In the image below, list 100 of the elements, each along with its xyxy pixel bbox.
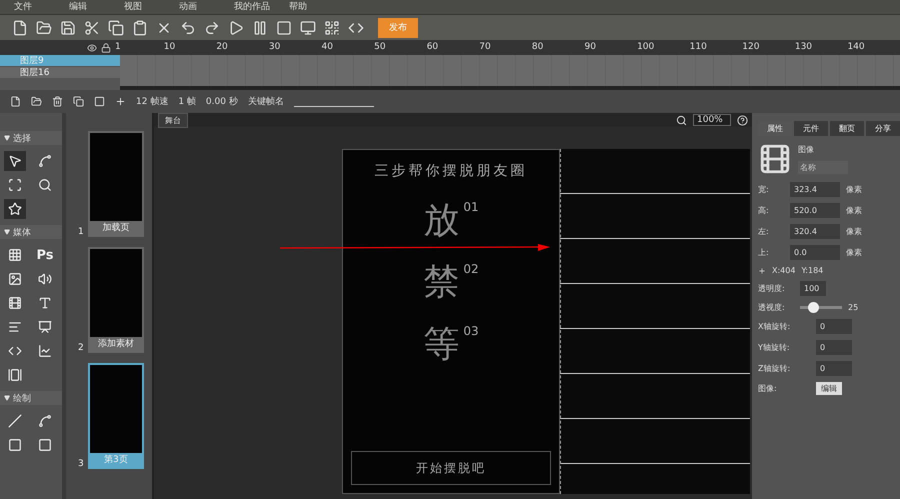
frame-icon[interactable] — [94, 96, 105, 107]
pause-icon[interactable] — [252, 20, 268, 36]
curve-icon[interactable] — [38, 414, 52, 428]
ruler-label: 50 — [374, 41, 387, 54]
eye-icon[interactable] — [87, 42, 98, 52]
stage-tab[interactable]: 舞台 — [158, 112, 188, 128]
ruler-label: 20 — [216, 41, 229, 54]
new-file-icon[interactable] — [12, 20, 28, 36]
frame-count: 1 帧 — [178, 96, 196, 108]
section-header[interactable]: 绘制 — [0, 391, 62, 405]
paragraph-icon[interactable] — [8, 320, 22, 334]
design-title: 三步帮你摆脱朋友圈 — [374, 162, 528, 180]
play-icon[interactable] — [228, 20, 244, 36]
search-icon[interactable] — [676, 114, 687, 126]
ruler-label: 140 — [847, 41, 866, 54]
number-field[interactable]: 0 — [816, 361, 852, 376]
presentation-icon[interactable] — [38, 320, 52, 334]
film-reel-icon[interactable] — [8, 296, 22, 310]
save-icon[interactable] — [60, 20, 76, 36]
panel-tab[interactable]: 元件 — [794, 121, 828, 136]
undo-icon[interactable] — [180, 20, 196, 36]
ruler-label: 1 — [115, 41, 122, 54]
paste-icon[interactable] — [132, 20, 148, 36]
field-label: 透明度: — [758, 283, 786, 294]
folder-icon[interactable] — [31, 96, 42, 107]
line-chart-icon[interactable] — [38, 344, 52, 358]
menu-item[interactable]: 视图 — [124, 0, 179, 14]
zoom-dropdown[interactable]: 100% — [693, 114, 731, 126]
redo-icon[interactable] — [204, 20, 220, 36]
text-icon[interactable] — [38, 296, 52, 310]
grid-icon[interactable] — [8, 248, 22, 262]
field-label: 宽: — [758, 184, 770, 195]
field-label: Y轴旋转: — [758, 342, 791, 353]
ruler-label: 130 — [794, 41, 814, 54]
panel-tab[interactable]: 分享 — [866, 121, 900, 136]
qr-code-icon[interactable] — [324, 20, 340, 36]
copy-icon[interactable] — [73, 96, 84, 107]
ruler-label: 90 — [584, 41, 597, 54]
preview-icon[interactable] — [300, 20, 316, 36]
unit-label: 像素 — [846, 247, 862, 258]
square-icon[interactable] — [8, 438, 22, 452]
menu-item[interactable]: 我的作品 — [234, 0, 289, 14]
photoshop-import-tool[interactable]: Ps — [34, 245, 56, 265]
panel-tab[interactable]: 翻页 — [830, 121, 864, 136]
time-readout: 0.00 秒 — [206, 96, 238, 108]
field-label: 透视度: — [758, 302, 786, 313]
cut-icon[interactable] — [84, 20, 100, 36]
page-thumbnail[interactable]: 添加素材 — [88, 247, 144, 353]
start-button[interactable]: 开始摆脱吧 — [351, 451, 551, 485]
element-type: 图像 — [798, 144, 815, 155]
number-field[interactable]: 0.0 — [790, 245, 840, 260]
opacity-field[interactable]: 100 — [800, 281, 826, 296]
star-icon[interactable] — [8, 202, 22, 216]
speaker-icon[interactable] — [38, 272, 52, 286]
name-field[interactable]: 名称 — [798, 161, 848, 174]
stop-icon[interactable] — [276, 20, 292, 36]
ruler-label: 30 — [268, 41, 282, 54]
frame-grid[interactable] — [120, 55, 900, 90]
caret-icon[interactable] — [4, 229, 10, 235]
edit-button[interactable]: 编辑 — [816, 382, 842, 395]
page-thumbnail[interactable]: 加载页 — [88, 131, 144, 237]
menu-item[interactable]: 编辑 — [69, 0, 124, 14]
caret-icon[interactable] — [4, 395, 10, 401]
section-header[interactable]: 选择 — [0, 131, 62, 145]
lock-icon[interactable] — [101, 42, 112, 52]
pointer-icon[interactable] — [8, 154, 22, 168]
transform-icon[interactable] — [8, 178, 22, 192]
help-icon[interactable] — [737, 114, 748, 126]
field-label: 高: — [758, 205, 770, 216]
number-field[interactable]: 0 — [816, 340, 852, 355]
add-frame-icon[interactable] — [115, 96, 126, 107]
new-layer-icon[interactable] — [10, 96, 21, 107]
unit-label: 像素 — [846, 226, 862, 237]
layer-row[interactable]: 图层16 — [0, 67, 120, 79]
menu-item[interactable]: 帮助 — [289, 0, 344, 14]
ruler-label: 40 — [322, 41, 334, 54]
section-header[interactable]: 媒体 — [0, 225, 62, 239]
x-coordinate: X:404 — [772, 266, 796, 275]
search-icon[interactable] — [38, 178, 52, 192]
menu-item[interactable]: 文件 — [14, 0, 69, 14]
open-folder-icon[interactable] — [36, 20, 52, 36]
number-field[interactable]: 520.0 — [790, 203, 840, 218]
step-glyph: 等 — [423, 324, 460, 366]
unit-label: 像素 — [846, 184, 862, 195]
copy-icon[interactable] — [108, 20, 124, 36]
trash-icon[interactable] — [52, 96, 63, 107]
rounded-square-icon[interactable] — [38, 438, 52, 452]
number-field[interactable]: 323.4 — [790, 182, 840, 197]
menu-item[interactable]: 动画 — [179, 0, 234, 14]
code-icon[interactable] — [8, 344, 22, 358]
image-icon[interactable] — [8, 272, 22, 286]
number-field[interactable]: 320.4 — [790, 224, 840, 239]
slider-thumb[interactable] — [808, 302, 819, 313]
number-field[interactable]: 0 — [816, 319, 852, 334]
filmstrip-icon[interactable] — [8, 368, 22, 382]
caret-icon[interactable] — [4, 135, 10, 141]
lasso-icon[interactable] — [38, 154, 52, 168]
field-label: 上: — [758, 247, 770, 258]
line-icon[interactable] — [8, 414, 22, 428]
keyframe-label: 关键帧名 — [248, 96, 284, 108]
